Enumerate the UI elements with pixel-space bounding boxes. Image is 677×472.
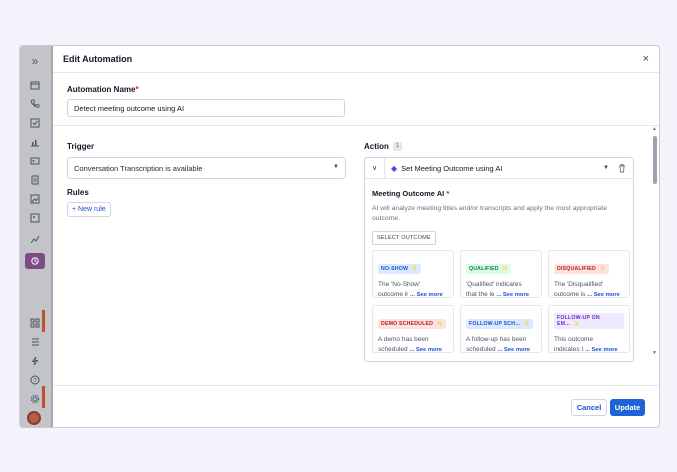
new-rule-button[interactable]: + New rule (67, 202, 111, 217)
meeting-outcome-body: Meeting Outcome AI * AI will analyze mee… (365, 179, 633, 353)
contact-card-icon[interactable] (28, 154, 42, 168)
sparkle-icon: ✨ (411, 266, 418, 272)
trigger-value: Conversation Transcription is available (74, 164, 203, 173)
outcome-tag: DEMO SCHEDULED ✨ (378, 319, 446, 329)
see-more-link[interactable]: ... See more (585, 347, 618, 353)
sparkle-icon: ✨ (573, 321, 580, 327)
lightning-icon[interactable] (28, 354, 42, 368)
app-window: » ? Edit Automation × Automation Name* D… (19, 45, 660, 428)
outcome-text: A demo has been scheduled ... See more (378, 336, 442, 353)
rail-indicator (42, 310, 45, 332)
collapse-chevron-icon[interactable]: ∨ (365, 158, 385, 178)
automation-name-input[interactable]: Detect meeting outcome using AI (67, 99, 345, 117)
close-icon[interactable]: × (643, 53, 649, 65)
picture-icon[interactable] (28, 211, 42, 225)
outcome-text: A follow-up has been scheduled ... See mo… (466, 336, 530, 353)
outcome-cards-grid: NO-SHOW ✨ The 'No-Show' outcome ir ... See… (372, 250, 630, 353)
chart-icon[interactable] (28, 135, 42, 149)
left-nav-rail: » ? (20, 46, 51, 427)
panel-header: Edit Automation (53, 46, 659, 73)
phone-icon[interactable] (28, 97, 42, 111)
outcome-text: 'Qualified' indicates that the le ... See… (466, 281, 529, 298)
outcome-card-follow-up-scheduled[interactable]: FOLLOW-UP SCH... ✨ A follow-up has been sc… (460, 305, 542, 353)
image-icon[interactable] (28, 192, 42, 206)
outcome-tag: DISQUALIFIED ✨ (554, 264, 609, 274)
outcome-tag: QUALIFIED ✨ (466, 264, 512, 274)
document-icon[interactable] (28, 173, 42, 187)
panel-title: Edit Automation (63, 54, 133, 64)
scroll-down-arrow-icon[interactable]: ▼ (652, 350, 657, 356)
see-more-link[interactable]: ... See more (409, 347, 442, 353)
checkbox-icon[interactable] (28, 116, 42, 130)
action-card: ∨ ◆ Set Meeting Outcome using AI ▼ Meeti… (364, 157, 634, 362)
rules-label: Rules (67, 188, 89, 197)
outcome-tag: NO-SHOW ✨ (378, 264, 421, 274)
settings-icon[interactable] (28, 392, 42, 406)
update-button[interactable]: Update (610, 399, 645, 416)
ai-sparkle-icon: ◆ (391, 163, 398, 173)
outcome-text: The 'Disqualified' outcome is ... See mor… (554, 281, 620, 298)
outcome-card-demo-scheduled[interactable]: DEMO SCHEDULED ✨ A demo has been scheduled… (372, 305, 454, 353)
rules-section: Rules + New rule (67, 188, 111, 217)
grid-icon[interactable] (28, 316, 42, 330)
avatar[interactable] (27, 411, 41, 425)
select-outcome-button[interactable]: SELECT OUTCOME (372, 231, 436, 245)
outcome-tag: FOLLOW-UP ON EM... ✨ (554, 313, 624, 329)
automation-icon[interactable] (28, 254, 42, 268)
automation-name-section: Automation Name* Detect meeting outcome … (67, 85, 345, 117)
outcome-card-follow-up-on-email[interactable]: FOLLOW-UP ON EM... ✨ This outcome indicate… (548, 305, 630, 353)
see-more-link[interactable]: ... See more (587, 292, 620, 298)
cancel-button[interactable]: Cancel (571, 399, 607, 416)
outcome-tag: FOLLOW-UP SCH... ✨ (466, 319, 533, 329)
see-more-link[interactable]: ... See more (410, 292, 443, 298)
rail-indicator (42, 386, 45, 408)
analytics-icon[interactable] (28, 232, 42, 246)
panel-footer: Cancel Update (53, 385, 659, 427)
expand-sidebar-icon[interactable]: » (28, 54, 42, 68)
action-label-row: Action 1 (364, 142, 634, 151)
sparkle-icon: ✨ (436, 321, 443, 327)
edit-automation-panel: Edit Automation × Automation Name* Detec… (53, 46, 659, 427)
meeting-outcome-description: AI will analyze meeting titles and/or tr… (372, 205, 607, 222)
trigger-select[interactable]: Conversation Transcription is available … (67, 157, 346, 179)
trigger-section: Trigger Conversation Transcription is av… (67, 142, 346, 179)
action-select-value[interactable]: Set Meeting Outcome using AI (401, 164, 502, 173)
outcome-text: The 'No-Show' outcome ir ... See more (378, 281, 443, 298)
see-more-link[interactable]: ... See more (497, 347, 530, 353)
sparkle-icon: ✨ (599, 266, 606, 272)
scrollbar-thumb[interactable] (653, 136, 657, 184)
section-divider (53, 125, 659, 126)
outcome-card-no-show[interactable]: NO-SHOW ✨ The 'No-Show' outcome ir ... See… (372, 250, 454, 298)
help-icon[interactable]: ? (28, 373, 42, 387)
action-count-badge: 1 (392, 142, 402, 151)
calendar-icon[interactable] (28, 78, 42, 92)
list-icon[interactable] (28, 335, 42, 349)
sparkle-icon: ✨ (501, 266, 509, 272)
action-label: Action (364, 142, 389, 151)
caret-down-icon[interactable]: ▼ (603, 165, 609, 171)
outcome-text: This outcome indicates t ... See more (554, 336, 618, 353)
automation-name-label: Automation Name* (67, 85, 139, 94)
trash-icon[interactable] (617, 163, 627, 173)
outcome-card-qualified[interactable]: QUALIFIED ✨ 'Qualified' indicates that the… (460, 250, 542, 298)
outcome-card-disqualified[interactable]: DISQUALIFIED ✨ The 'Disqualified' outcome … (548, 250, 630, 298)
meeting-outcome-title: Meeting Outcome AI * (372, 189, 450, 198)
trigger-label: Trigger (67, 142, 95, 151)
action-header: ∨ ◆ Set Meeting Outcome using AI ▼ (365, 158, 633, 179)
scroll-up-arrow-icon[interactable]: ▲ (652, 126, 657, 132)
caret-down-icon: ▼ (333, 164, 339, 170)
sparkle-icon: ✨ (523, 321, 530, 327)
see-more-link[interactable]: ... See more (496, 292, 529, 298)
action-section: Action 1 ∨ ◆ Set Meeting Outcome using A… (364, 142, 634, 362)
